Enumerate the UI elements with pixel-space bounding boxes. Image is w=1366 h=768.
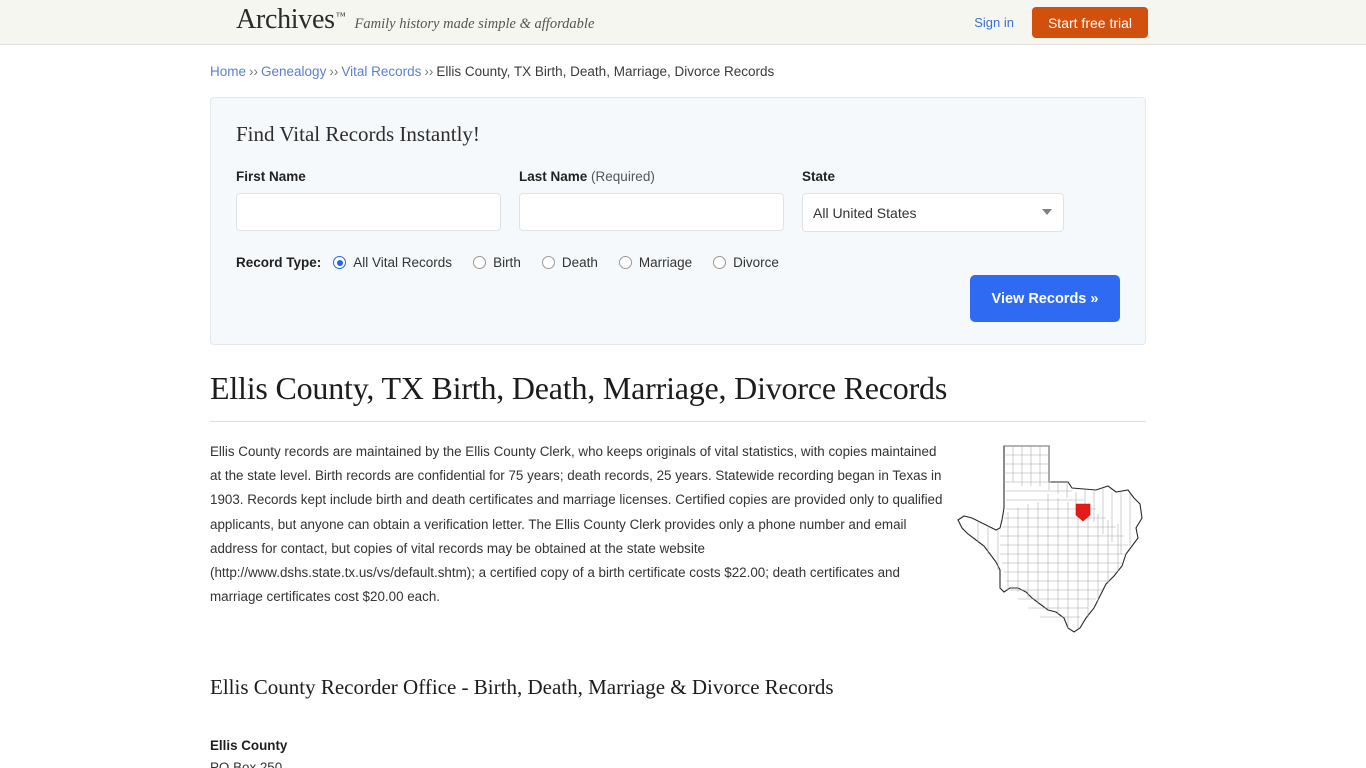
breadcrumb-separator: ›› (329, 64, 339, 79)
search-fields-row: First Name Last Name (Required) State Al… (236, 169, 1120, 232)
description-section: Ellis County records are maintained by t… (210, 440, 1146, 640)
header-actions: Sign in Start free trial (974, 7, 1148, 38)
radio-label-death: Death (561, 255, 598, 270)
radio-button-icon[interactable] (713, 256, 727, 269)
breadcrumb-item-current: Ellis County, TX Birth, Death, Marriage,… (436, 64, 775, 79)
recorder-office-address: Ellis County PO Box 250 Waxahachie, TX 7… (210, 735, 1146, 768)
record-type-radio-group: Record Type: All Vital Records Birth Dea… (236, 255, 1120, 270)
content-column: Home ›› Genealogy ›› Vital Records ›› Ellis Co… (210, 45, 1146, 768)
address-org-name: Ellis County (210, 738, 288, 753)
last-name-label: Last Name (Required) (519, 169, 802, 184)
sign-in-link[interactable]: Sign in (974, 8, 1014, 38)
breadcrumb-item-home[interactable]: Home (210, 64, 246, 79)
radio-label-marriage: Marriage (638, 255, 693, 270)
texas-county-map-icon (957, 445, 1143, 633)
last-name-field-group: Last Name (Required) (519, 169, 802, 232)
radio-birth[interactable]: Birth (473, 255, 521, 270)
last-name-input[interactable] (519, 193, 784, 231)
county-description-paragraph: Ellis County records are maintained by t… (210, 444, 943, 605)
radio-death[interactable]: Death (541, 255, 598, 270)
search-panel-title: Find Vital Records Instantly! (236, 122, 480, 146)
radio-button-icon[interactable] (473, 256, 487, 269)
state-select[interactable]: All United States (802, 193, 1064, 232)
address-street: PO Box 250 (210, 760, 283, 768)
radio-all-vital-records[interactable]: All Vital Records (333, 255, 452, 270)
breadcrumb-item-genealogy[interactable]: Genealogy (261, 64, 326, 79)
site-header: Archives ™ Family history made simple & a… (0, 0, 1366, 45)
brand-tagline: Family history made simple & affordable (354, 16, 595, 32)
brand-logo-area[interactable]: Archives ™ Family history made simple & a… (236, 6, 594, 34)
last-name-required-note: (Required) (591, 169, 655, 184)
first-name-label: First Name (236, 169, 306, 184)
breadcrumb-item-vital-records[interactable]: Vital Records (341, 64, 421, 79)
radio-divorce[interactable]: Divorce (713, 255, 779, 270)
first-name-field-group: First Name (236, 169, 519, 232)
record-type-label: Record Type: (236, 255, 322, 270)
state-field-group: State All United States (802, 169, 1085, 232)
header-inner: Archives ™ Family history made simple & a… (0, 0, 1366, 44)
state-select-wrapper: All United States (802, 193, 1064, 232)
radio-button-icon[interactable] (541, 256, 555, 269)
breadcrumb: Home ›› Genealogy ›› Vital Records ›› Ellis Co… (210, 64, 1146, 80)
page-title: Ellis County, TX Birth, Death, Marriage,… (210, 370, 1146, 422)
radio-label-birth: Birth (493, 255, 521, 270)
start-free-trial-button[interactable]: Start free trial (1031, 7, 1148, 38)
radio-label-divorce: Divorce (733, 255, 779, 270)
breadcrumb-separator: ›› (249, 64, 259, 79)
radio-button-icon[interactable] (618, 256, 632, 269)
view-records-button[interactable]: View Records » (970, 275, 1120, 322)
radio-button-icon[interactable] (333, 256, 347, 269)
last-name-label-text: Last Name (519, 169, 588, 184)
breadcrumb-separator: ›› (424, 64, 434, 79)
state-label: State (802, 169, 836, 184)
radio-marriage[interactable]: Marriage (618, 255, 693, 270)
vital-records-search-panel: Find Vital Records Instantly! First Name… (210, 97, 1146, 345)
trademark-icon: ™ (335, 11, 346, 22)
brand-logo-text: Archives (236, 4, 335, 35)
radio-label-all-vital-records: All Vital Records (353, 255, 453, 270)
first-name-input[interactable] (236, 193, 501, 231)
recorder-office-subtitle: Ellis County Recorder Office - Birth, De… (210, 675, 834, 699)
